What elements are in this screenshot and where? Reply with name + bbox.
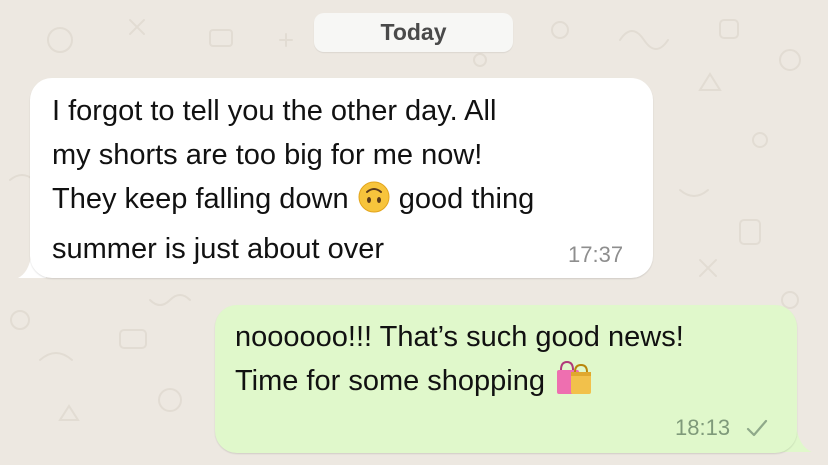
date-separator: Today	[314, 13, 513, 52]
shopping-bags-emoji	[553, 360, 593, 409]
message-text: noooooo!!! That’s such good news! Time f…	[235, 315, 684, 409]
message-timestamp: 17:37	[568, 242, 624, 267]
upside-down-face-emoji	[357, 180, 391, 227]
message-timestamp: 18:13	[675, 415, 731, 440]
message-line: good thing	[390, 183, 535, 215]
message-line: They keep falling down	[52, 183, 357, 215]
outgoing-message-bubble[interactable]: noooooo!!! That’s such good news! Time f…	[215, 305, 797, 453]
sent-check-icon	[746, 419, 768, 437]
message-line: Time for some shopping	[235, 365, 554, 397]
incoming-message-bubble[interactable]: I forgot to tell you the other day. All …	[30, 78, 653, 278]
message-line: noooooo!!! That’s such good news!	[235, 321, 684, 353]
message-line: my shorts are too big for me now!	[52, 139, 483, 171]
message-line: I forgot to tell you the other day. All	[52, 95, 497, 127]
message-line: summer is just about over	[52, 233, 385, 265]
message-text: I forgot to tell you the other day. All …	[52, 89, 534, 271]
